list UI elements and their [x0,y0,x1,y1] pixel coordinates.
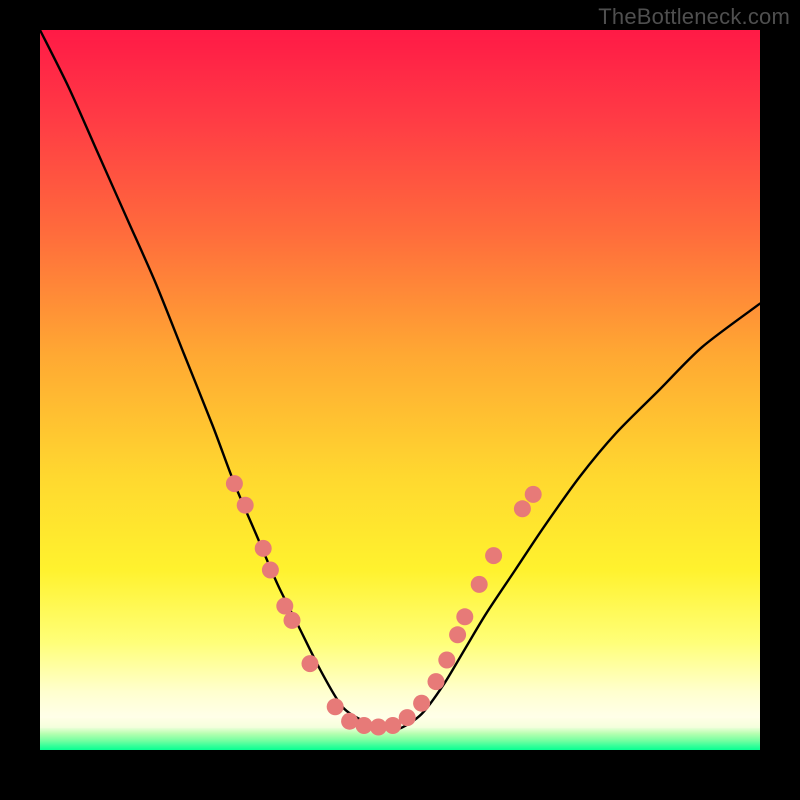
curve-marker [456,608,473,625]
curve-marker [384,717,401,734]
curve-marker [276,598,293,615]
watermark-text: TheBottleneck.com [598,4,790,30]
curve-marker [302,655,319,672]
curve-marker [428,673,445,690]
plot-area [40,30,760,750]
curve-marker [284,612,301,629]
curve-layer [40,30,760,750]
curve-marker [449,626,466,643]
chart-frame: TheBottleneck.com [0,0,800,800]
curve-marker [370,718,387,735]
curve-marker [226,475,243,492]
curve-marker [413,695,430,712]
curve-marker [525,486,542,503]
curve-marker [327,698,344,715]
curve-marker [341,713,358,730]
curve-marker [438,652,455,669]
curve-marker [485,547,502,564]
bottleneck-curve [40,30,760,730]
curve-marker [399,709,416,726]
curve-marker [255,540,272,557]
curve-marker [356,717,373,734]
curve-marker [237,497,254,514]
curve-marker [262,562,279,579]
curve-marker [471,576,488,593]
curve-marker [514,500,531,517]
curve-markers [226,475,542,735]
